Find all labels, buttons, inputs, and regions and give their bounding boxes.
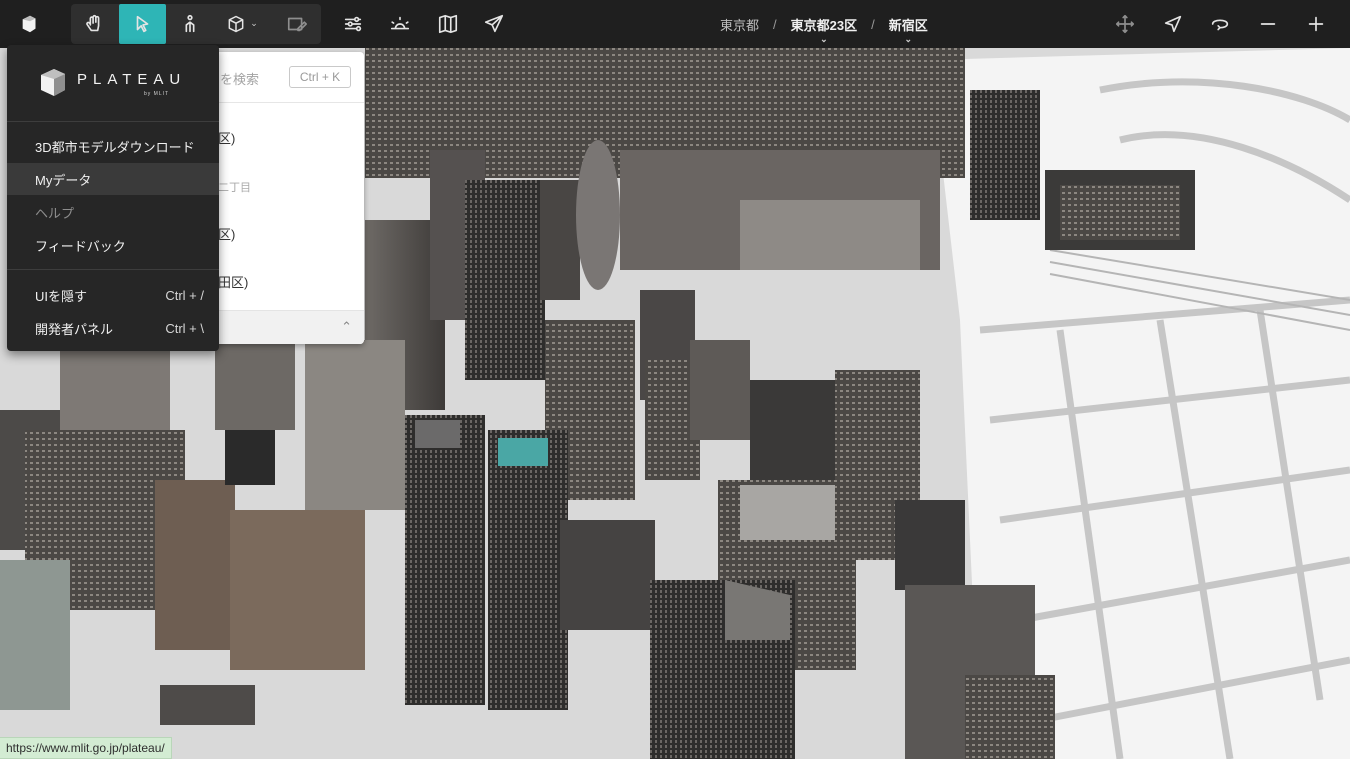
breadcrumb-separator: /: [773, 16, 777, 32]
menu-divider: [7, 269, 219, 270]
settings-sliders-icon: [344, 16, 362, 32]
person-icon: [185, 14, 195, 33]
north-button[interactable]: [1151, 4, 1195, 44]
zoom-out-icon: [1260, 23, 1276, 25]
sketch-tool-button[interactable]: [275, 4, 319, 44]
plateau-logo-icon: [22, 15, 36, 33]
search-result-item[interactable]: 田区): [218, 272, 248, 291]
model-tool-button[interactable]: ⌄: [215, 4, 269, 44]
chevron-up-icon[interactable]: ⌃: [341, 319, 352, 335]
top-toolbar: ⌄ 東京都 / 東京都23区 ⌄ / 新宿区 ⌄: [0, 0, 1350, 48]
share-paper-plane-icon: [484, 14, 504, 33]
breadcrumb-item-region[interactable]: 東京都23区 ⌄: [789, 15, 859, 44]
hand-icon: [86, 14, 100, 32]
cursor-icon: [136, 15, 148, 33]
chevron-down-icon: ⌄: [820, 33, 828, 44]
logo-subtitle: by MLIT: [144, 91, 170, 97]
sun-horizon-icon: [390, 16, 410, 30]
sketch-icon: [287, 17, 307, 32]
shortcut-label: Ctrl + /: [165, 287, 204, 303]
status-bar-url: https://www.mlit.go.jp/plateau/: [0, 737, 172, 759]
zoom-out-button[interactable]: [1246, 4, 1290, 44]
move-arrows-icon: [1115, 14, 1135, 34]
menu-item-my-data[interactable]: Myデータ: [7, 163, 219, 195]
chevron-down-icon: ⌄: [250, 19, 258, 29]
rotate-button[interactable]: [1198, 4, 1242, 44]
map-icon: [438, 14, 458, 34]
search-result-item[interactable]: 区): [218, 224, 235, 243]
menu-item-hide-ui[interactable]: UIを隠す Ctrl + /: [7, 279, 219, 311]
chevron-down-icon: ⌄: [904, 33, 913, 44]
settings-button[interactable]: [331, 4, 375, 44]
search-shortcut-badge: Ctrl + K: [289, 66, 351, 88]
cube-icon: [228, 15, 244, 33]
select-tool-button[interactable]: [119, 4, 166, 44]
plateau-logo: PLATEAU by MLIT: [39, 66, 189, 102]
map-button[interactable]: [426, 4, 470, 44]
search-result-item[interactable]: 二丁目: [218, 179, 251, 195]
hand-tool-button[interactable]: [72, 4, 116, 44]
app-menu: PLATEAU by MLIT 3D都市モデルダウンロード Myデータ ヘルプ …: [7, 45, 219, 351]
zoom-in-icon: [1308, 16, 1324, 32]
rotate-icon: [1211, 19, 1229, 31]
search-placeholder: を検索: [220, 72, 260, 87]
zoom-in-button[interactable]: [1294, 4, 1338, 44]
menu-item-help[interactable]: ヘルプ: [7, 196, 219, 228]
move-control-button[interactable]: [1103, 4, 1147, 44]
plateau-logo-icon: [41, 69, 65, 96]
menu-item-developer-panel[interactable]: 開発者パネル Ctrl + \: [7, 312, 219, 344]
breadcrumb-item-ward[interactable]: 新宿区 ⌄: [887, 15, 930, 44]
breadcrumb-item-prefecture[interactable]: 東京都: [718, 15, 761, 34]
shortcut-label: Ctrl + \: [165, 320, 204, 336]
environment-button[interactable]: [378, 4, 422, 44]
share-button[interactable]: [472, 4, 516, 44]
menu-item-feedback[interactable]: フィードバック: [7, 229, 219, 261]
breadcrumb: 東京都 / 東京都23区 ⌄ / 新宿区 ⌄: [700, 0, 930, 48]
search-result-item[interactable]: 区): [218, 128, 235, 147]
menu-divider: [7, 121, 219, 122]
logo-wordmark: PLATEAU: [77, 71, 187, 88]
plateau-logo-button[interactable]: [8, 4, 52, 44]
north-arrow-icon: [1164, 15, 1182, 33]
menu-item-download[interactable]: 3D都市モデルダウンロード: [7, 130, 219, 162]
pedestrian-tool-button[interactable]: [168, 4, 212, 44]
breadcrumb-separator: /: [871, 16, 875, 32]
